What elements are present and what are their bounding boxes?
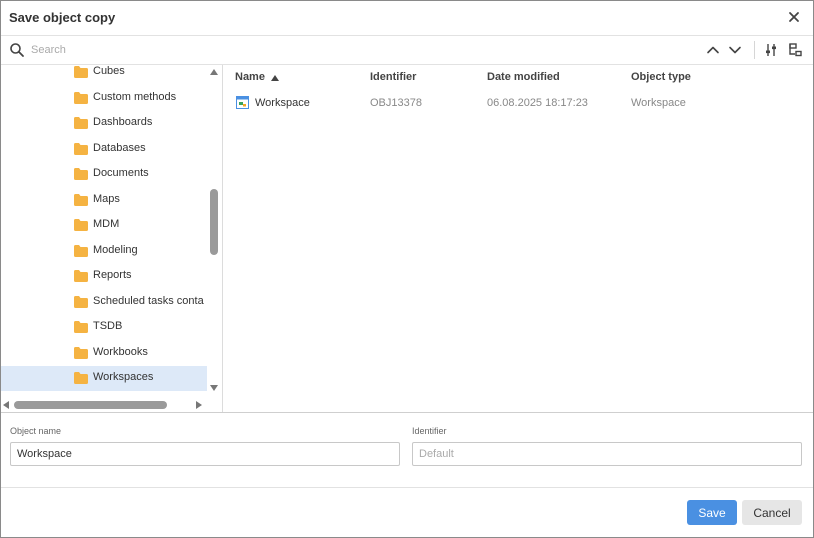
tree-item-label: TSDB (93, 320, 123, 332)
folder-icon (74, 193, 88, 206)
cell-object-type: Workspace (631, 97, 686, 109)
tree-item-label: Scheduled tasks conta (93, 294, 204, 307)
tree-item-label: Modeling (93, 243, 138, 256)
horizontal-scroll-thumb[interactable] (14, 401, 167, 409)
folder-icon (74, 168, 88, 180)
tree-item-tsdb[interactable]: TSDB (1, 315, 207, 340)
table-row[interactable]: Workspace OBJ13378 06.08.2025 18:17:23 W… (223, 91, 813, 115)
folder-tree-icon[interactable] (787, 42, 803, 58)
folder-icon (74, 66, 88, 78)
identifier-input[interactable] (412, 442, 802, 466)
identifier-label: Identifier (412, 426, 447, 436)
tree-item-scheduled-tasks[interactable]: Scheduled tasks conta (1, 290, 207, 315)
tree-item-workbooks[interactable]: Workbooks (1, 341, 207, 366)
save-object-copy-dialog: Save object copy Cube (0, 0, 814, 538)
tree-item-cubes[interactable]: Cubes (1, 65, 207, 85)
column-header-name[interactable]: Name (235, 71, 265, 83)
vertical-scroll-thumb[interactable] (210, 189, 218, 255)
objects-grid: Name Identifier Date modified Object typ… (223, 65, 813, 412)
cell-date-modified: 06.08.2025 18:17:23 (487, 97, 588, 109)
folder-icon (74, 219, 88, 231)
tree-vertical-scrollbar[interactable] (207, 65, 222, 397)
save-button[interactable]: Save (687, 500, 737, 525)
search-icon (10, 43, 24, 57)
folder-icon (74, 142, 88, 155)
chevron-down-icon[interactable] (727, 42, 743, 58)
folder-icon (74, 270, 88, 282)
tree-item-maps[interactable]: Maps (1, 188, 207, 213)
scroll-right-arrow-icon[interactable] (196, 401, 202, 409)
filter-settings-icon[interactable] (763, 42, 779, 58)
tree-item-custom-methods[interactable]: Custom methods (1, 86, 207, 111)
scroll-down-arrow-icon[interactable] (210, 385, 218, 391)
object-name-label: Object name (10, 426, 62, 436)
tree-item-dashboards[interactable]: Dashboards (1, 111, 207, 136)
folder-icon (74, 346, 88, 359)
scroll-left-arrow-icon[interactable] (3, 401, 9, 409)
tree-item-label: Cubes (93, 65, 125, 77)
scroll-up-arrow-icon[interactable] (210, 69, 218, 75)
tree-item-modeling[interactable]: Modeling (1, 239, 207, 264)
dialog-title: Save object copy (9, 10, 116, 25)
folder-icon (74, 244, 88, 257)
column-header-date-modified[interactable]: Date modified (487, 71, 560, 83)
title-bar: Save object copy (1, 1, 813, 36)
column-header-object-type[interactable]: Object type (631, 71, 691, 83)
tree-item-label: Dashboards (93, 116, 153, 128)
tree-item-label: Workspaces (93, 371, 154, 383)
tree-item-label: Documents (93, 167, 149, 179)
tree-item-documents[interactable]: Documents (1, 162, 207, 187)
tree-item-mdm[interactable]: MDM (1, 213, 207, 238)
close-icon[interactable] (785, 8, 803, 26)
tree-item-databases[interactable]: Databases (1, 137, 207, 162)
tree-item-workspaces[interactable]: Workspaces (1, 366, 207, 391)
tree-item-label: Workbooks (93, 345, 148, 358)
tree-item-label: Maps (93, 192, 120, 205)
tree-item-reports[interactable]: Reports (1, 264, 207, 289)
cell-name: Workspace (255, 97, 310, 109)
tree-item-label: Reports (93, 269, 132, 281)
sort-ascending-icon (271, 75, 279, 81)
cancel-button[interactable]: Cancel (742, 500, 802, 525)
workspace-icon (236, 96, 249, 109)
folder-tree: Cubes Custom methods Dashboards Database… (1, 65, 207, 397)
cell-identifier: OBJ13378 (370, 97, 422, 109)
folder-icon (74, 321, 88, 333)
folder-icon (74, 372, 88, 384)
section-divider (1, 412, 813, 413)
folder-icon (74, 91, 88, 104)
tree-item-label: Databases (93, 141, 146, 154)
footer-divider (1, 487, 813, 488)
tree-item-label: Custom methods (93, 90, 177, 103)
search-bar (1, 36, 813, 65)
folder-icon (74, 117, 88, 129)
folder-icon (74, 295, 88, 308)
column-header-identifier[interactable]: Identifier (370, 71, 416, 83)
object-name-input[interactable] (10, 442, 400, 466)
chevron-up-icon[interactable] (705, 42, 721, 58)
search-input[interactable] (31, 41, 431, 59)
tree-horizontal-scrollbar[interactable] (1, 397, 207, 412)
toolbar-divider (754, 41, 755, 59)
tree-item-label: MDM (93, 218, 120, 230)
